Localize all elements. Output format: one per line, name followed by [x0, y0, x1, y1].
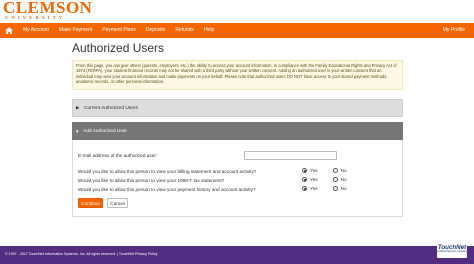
nav-help[interactable]: Help: [199, 23, 219, 38]
billing-yes-option[interactable]: Yes: [302, 168, 318, 173]
billing-yes-radio[interactable]: [302, 168, 307, 173]
nav-my-account[interactable]: My Account: [18, 23, 54, 38]
touchnet-tagline: A Global Payments Company: [437, 251, 468, 253]
nav-make-payment[interactable]: Make Payment: [54, 23, 97, 38]
cancel-button[interactable]: Cancel: [107, 198, 128, 208]
question-billing-label: Would you like to allow this person to v…: [78, 169, 257, 174]
tax-yes-radio[interactable]: [302, 177, 307, 182]
question-payment-history-label: Would you like to allow this person to v…: [78, 187, 256, 192]
add-authorized-user-form: E-mail address of the authorized user: W…: [72, 140, 403, 217]
history-no-radio[interactable]: [332, 186, 338, 191]
billing-no-radio[interactable]: [332, 168, 338, 173]
history-yes-option[interactable]: Yes: [302, 186, 318, 191]
footer: © 1997 - 2017 TouchNet Information Syste…: [0, 240, 474, 264]
page-title: Authorized Users: [72, 41, 165, 55]
touchnet-wordmark: TouchNet: [437, 244, 467, 251]
page: CLEMSON UNIVERSITY My Account Make Payme…: [0, 0, 474, 264]
continue-button[interactable]: Continue: [78, 198, 103, 208]
add-authorized-user-label: Add Authorized User: [83, 128, 127, 134]
tax-no-radio[interactable]: [332, 177, 338, 182]
nav-deposits[interactable]: Deposits: [141, 23, 170, 38]
clemson-logo[interactable]: CLEMSON UNIVERSITY: [3, 0, 93, 21]
tax-no-label: No: [340, 177, 347, 182]
history-yes-radio[interactable]: [302, 186, 307, 191]
billing-no-label: No: [340, 168, 347, 173]
email-input[interactable]: [244, 151, 337, 160]
history-no-option[interactable]: No: [332, 186, 347, 191]
question-1098t-label: Would you like to allow this person to v…: [78, 178, 225, 183]
caret-down-icon: ▼: [75, 128, 80, 134]
tax-no-option[interactable]: No: [332, 177, 347, 182]
ferpa-notice: From this page, you can give others (par…: [72, 60, 403, 90]
history-yes-label: Yes: [310, 186, 318, 191]
email-label: E-mail address of the authorized user:: [78, 153, 158, 158]
question-billing-options: Yes No: [302, 168, 347, 173]
question-1098t-options: Yes No: [302, 177, 347, 182]
tax-yes-option[interactable]: Yes: [302, 177, 318, 182]
main-nav: My Account Make Payment Payment Plans De…: [0, 23, 474, 38]
current-authorized-users-header[interactable]: ▶ Current Authorized Users: [72, 99, 403, 117]
current-authorized-users-label: Current Authorized Users: [84, 105, 138, 111]
add-authorized-user-header[interactable]: ▼ Add Authorized User: [72, 122, 403, 140]
nav-payment-plans[interactable]: Payment Plans: [97, 23, 141, 38]
billing-yes-label: Yes: [310, 168, 318, 173]
nav-my-profile[interactable]: My Profile: [438, 23, 474, 38]
history-no-label: No: [340, 186, 347, 191]
question-payment-history-options: Yes No: [302, 186, 347, 191]
caret-right-icon: ▶: [76, 105, 80, 110]
home-icon[interactable]: [0, 23, 18, 38]
logo-wordmark: CLEMSON: [3, 0, 93, 17]
tax-yes-label: Yes: [310, 177, 318, 182]
billing-no-option[interactable]: No: [332, 168, 347, 173]
nav-refunds[interactable]: Refunds: [170, 23, 199, 38]
footer-copyright: © 1997 - 2017 TouchNet Information Syste…: [5, 252, 158, 256]
touchnet-logo[interactable]: TouchNet A Global Payments Company: [437, 240, 467, 258]
